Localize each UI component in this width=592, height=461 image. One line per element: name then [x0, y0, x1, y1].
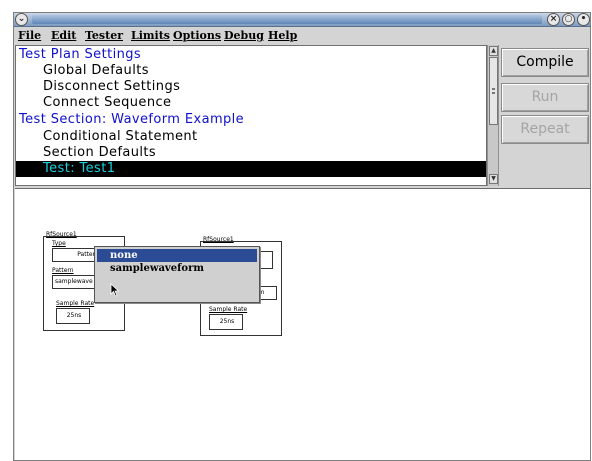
mouse-pointer-icon	[110, 283, 120, 297]
tree-scrollbar[interactable]: ▲ ▼	[487, 45, 499, 186]
block2-title: RfSource1	[203, 236, 234, 243]
dropdown-option-samplewaveform[interactable]: samplewaveform	[97, 262, 257, 275]
test-plan-tree: Test Plan Settings Global Defaults Disco…	[15, 45, 487, 186]
block2-sample-rate-label: Sample Rate	[209, 306, 248, 313]
tree-item-disconnect-settings[interactable]: Disconnect Settings	[16, 79, 486, 95]
menu-options[interactable]: Options	[173, 29, 221, 42]
menu-file[interactable]: File	[18, 29, 41, 42]
window-menu-icon[interactable]: ⌄	[15, 13, 28, 26]
dropdown-option-none[interactable]: none	[97, 249, 257, 262]
block2-type-field[interactable]	[259, 251, 273, 269]
compile-button[interactable]: Compile	[501, 48, 589, 77]
block1-type-label: Type	[52, 240, 66, 247]
scroll-up-icon[interactable]: ▲	[489, 46, 498, 56]
maximize-icon[interactable]: ○	[562, 13, 575, 26]
repeat-button[interactable]: Repeat	[501, 115, 589, 144]
close-icon[interactable]: ×	[547, 13, 560, 26]
block2-sample-rate-field[interactable]: 25ns	[209, 314, 243, 330]
block1-title: RfSource1	[46, 231, 77, 238]
tree-item-connect-sequence[interactable]: Connect Sequence	[16, 95, 486, 111]
menu-bar: File Edit Tester Limits Options Debug He…	[14, 28, 590, 44]
tree-item-test1[interactable]: Test: Test1	[16, 161, 486, 177]
menu-debug[interactable]: Debug	[224, 29, 264, 42]
tree-item-section-defaults[interactable]: Section Defaults	[16, 145, 486, 161]
menu-edit[interactable]: Edit	[51, 29, 76, 42]
scrollbar-thumb[interactable]	[489, 57, 498, 125]
block1-sample-rate-label: Sample Rate	[56, 300, 95, 307]
tree-item-conditional-statement[interactable]: Conditional Statement	[16, 129, 486, 145]
block1-pattern-label: Pattern	[52, 267, 74, 274]
tree-item-test-section[interactable]: Test Section: Waveform Example	[16, 112, 486, 128]
run-button[interactable]: Run	[501, 83, 589, 112]
title-bar[interactable]: ⌄ × ○ •	[14, 13, 590, 27]
scrollbar-grip	[492, 88, 495, 94]
scroll-down-icon[interactable]: ▼	[489, 174, 498, 184]
tree-item-global-defaults[interactable]: Global Defaults	[16, 63, 486, 79]
menu-help[interactable]: Help	[268, 29, 297, 42]
minimize-icon[interactable]: •	[577, 13, 590, 26]
tree-item-test-plan-settings[interactable]: Test Plan Settings	[16, 47, 486, 63]
block1-sample-rate-field[interactable]: 25ns	[56, 308, 90, 324]
title-bar-track[interactable]	[32, 15, 542, 24]
menu-tester[interactable]: Tester	[85, 29, 123, 42]
menu-limits[interactable]: Limits	[131, 29, 170, 42]
